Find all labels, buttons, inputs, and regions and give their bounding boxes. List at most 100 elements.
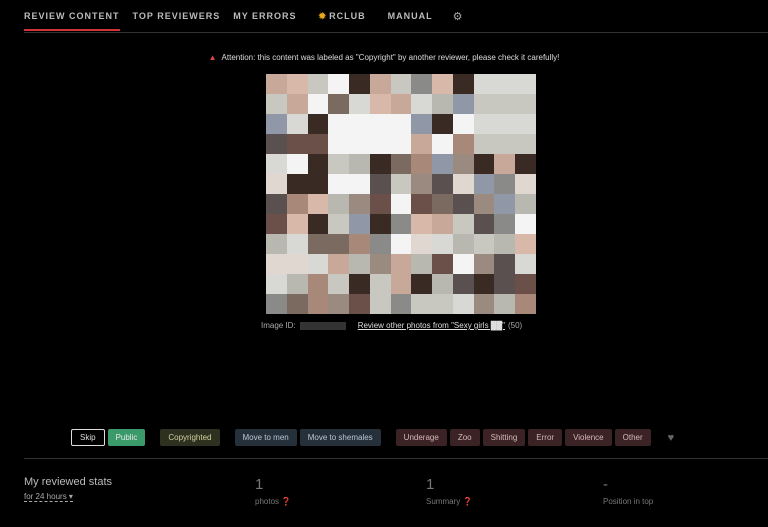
mosaic-tile xyxy=(369,274,391,294)
mosaic-tile xyxy=(494,194,516,214)
mosaic-tile xyxy=(266,234,287,254)
mosaic-tile xyxy=(328,274,350,294)
mosaic-tile xyxy=(432,254,453,274)
mosaic-tile xyxy=(411,214,433,234)
mosaic-tile xyxy=(307,194,329,214)
stat-position: - Position in top xyxy=(603,476,653,506)
mosaic-tile xyxy=(515,94,536,114)
mosaic-tile xyxy=(515,114,536,134)
mosaic-tile xyxy=(515,194,536,214)
error-button[interactable]: Error xyxy=(528,429,563,446)
period-label: for 24 hours xyxy=(24,492,67,501)
mosaic-tile xyxy=(515,74,536,94)
mosaic-tile xyxy=(494,234,516,254)
mosaic-tile xyxy=(286,94,308,114)
mosaic-tile xyxy=(307,214,329,234)
mosaic-tile xyxy=(452,294,474,314)
mosaic-tile xyxy=(286,214,308,234)
skip-button[interactable]: Skip xyxy=(71,429,105,446)
period-dropdown[interactable]: for 24 hours ▾ xyxy=(24,492,73,502)
gear-icon[interactable]: ⚙ xyxy=(453,10,463,23)
review-other-photos-link[interactable]: Review other photos from "Sexy girls ██" xyxy=(358,321,505,330)
tab-review-content[interactable]: REVIEW CONTENT xyxy=(24,0,120,33)
mosaic-tile xyxy=(328,74,350,94)
mosaic-tile xyxy=(307,94,329,114)
mosaic-tile xyxy=(369,174,391,194)
mosaic-tile xyxy=(266,114,287,134)
mosaic-tile xyxy=(494,174,516,194)
mosaic-tile xyxy=(369,134,391,154)
reviewed-stats: My reviewed stats for 24 hours ▾ 1 photos… xyxy=(24,476,768,506)
image-meta: Image ID: Review other photos from "Sexy… xyxy=(261,321,522,330)
mosaic-tile xyxy=(473,134,495,154)
mosaic-tile xyxy=(515,174,536,194)
mosaic-tile xyxy=(390,134,412,154)
mosaic-tile xyxy=(286,134,308,154)
move-to-men-button[interactable]: Move to men xyxy=(234,429,297,446)
mosaic-tile xyxy=(411,194,433,214)
alert-text: Attention: this content was labeled as "… xyxy=(221,53,560,62)
mosaic-tile xyxy=(452,94,474,114)
mosaic-tile xyxy=(432,274,453,294)
mosaic-tile xyxy=(452,194,474,214)
mosaic-tile xyxy=(494,254,516,274)
mosaic-tile xyxy=(349,74,370,94)
stat-value: 1 xyxy=(255,476,264,493)
mosaic-tile xyxy=(432,234,453,254)
mosaic-tile xyxy=(452,214,474,234)
mosaic-tile xyxy=(328,194,350,214)
stat-photos: 1 photos ❓ xyxy=(255,476,291,506)
copyrighted-button[interactable]: Copyrighted xyxy=(160,429,220,446)
shitting-button[interactable]: Shitting xyxy=(482,429,526,446)
mosaic-tile xyxy=(432,114,453,134)
mosaic-tile xyxy=(515,254,536,274)
zoo-button[interactable]: Zoo xyxy=(449,429,480,446)
tab-rclub[interactable]: ✹ RCLUB xyxy=(319,0,366,33)
mosaic-tile xyxy=(328,234,350,254)
mosaic-tile xyxy=(266,74,287,94)
mosaic-tile xyxy=(494,154,516,174)
mosaic-tile xyxy=(369,254,391,274)
mosaic-tile xyxy=(369,194,391,214)
help-icon[interactable]: ❓ xyxy=(462,497,472,506)
violence-button[interactable]: Violence xyxy=(565,429,612,446)
mosaic-tile xyxy=(390,294,412,314)
mosaic-tile xyxy=(452,234,474,254)
mosaic-tile xyxy=(432,294,453,314)
mosaic-tile xyxy=(494,134,516,154)
mosaic-tile xyxy=(307,114,329,134)
tab-top-reviewers[interactable]: TOP REVIEWERS xyxy=(133,0,221,33)
mosaic-tile xyxy=(411,74,433,94)
heart-icon[interactable]: ♥ xyxy=(668,432,675,444)
stat-summary: 1 Summary ❓ xyxy=(426,476,472,506)
mosaic-tile xyxy=(328,114,350,134)
mosaic-tile xyxy=(452,174,474,194)
mosaic-tile xyxy=(266,174,287,194)
mosaic-tile xyxy=(473,274,495,294)
photo-count: (50) xyxy=(507,321,523,330)
mosaic-tile xyxy=(328,214,350,234)
move-to-shemales-button[interactable]: Move to shemales xyxy=(299,429,381,446)
mosaic-tile xyxy=(473,154,495,174)
mosaic-tile xyxy=(307,174,329,194)
mosaic-tile xyxy=(411,154,433,174)
mosaic-tile xyxy=(432,94,453,114)
mosaic-tile xyxy=(286,74,308,94)
mosaic-tile xyxy=(349,254,370,274)
tab-my-errors[interactable]: MY ERRORS xyxy=(233,0,296,33)
stat-label: photos xyxy=(255,497,280,506)
mosaic-tile xyxy=(432,194,453,214)
public-button[interactable]: Public xyxy=(107,429,146,446)
mosaic-tile xyxy=(494,114,516,134)
tab-manual[interactable]: MANUAL xyxy=(388,0,433,33)
help-icon[interactable]: ❓ xyxy=(281,497,291,506)
mosaic-tile xyxy=(494,74,516,94)
underage-button[interactable]: Underage xyxy=(395,429,447,446)
mosaic-tile xyxy=(473,94,495,114)
mosaic-tile xyxy=(411,114,433,134)
mosaic-tile xyxy=(369,154,391,174)
mosaic-tile xyxy=(411,254,433,274)
mosaic-tile xyxy=(494,274,516,294)
mosaic-tile xyxy=(328,154,350,174)
other-button[interactable]: Other xyxy=(614,429,651,446)
